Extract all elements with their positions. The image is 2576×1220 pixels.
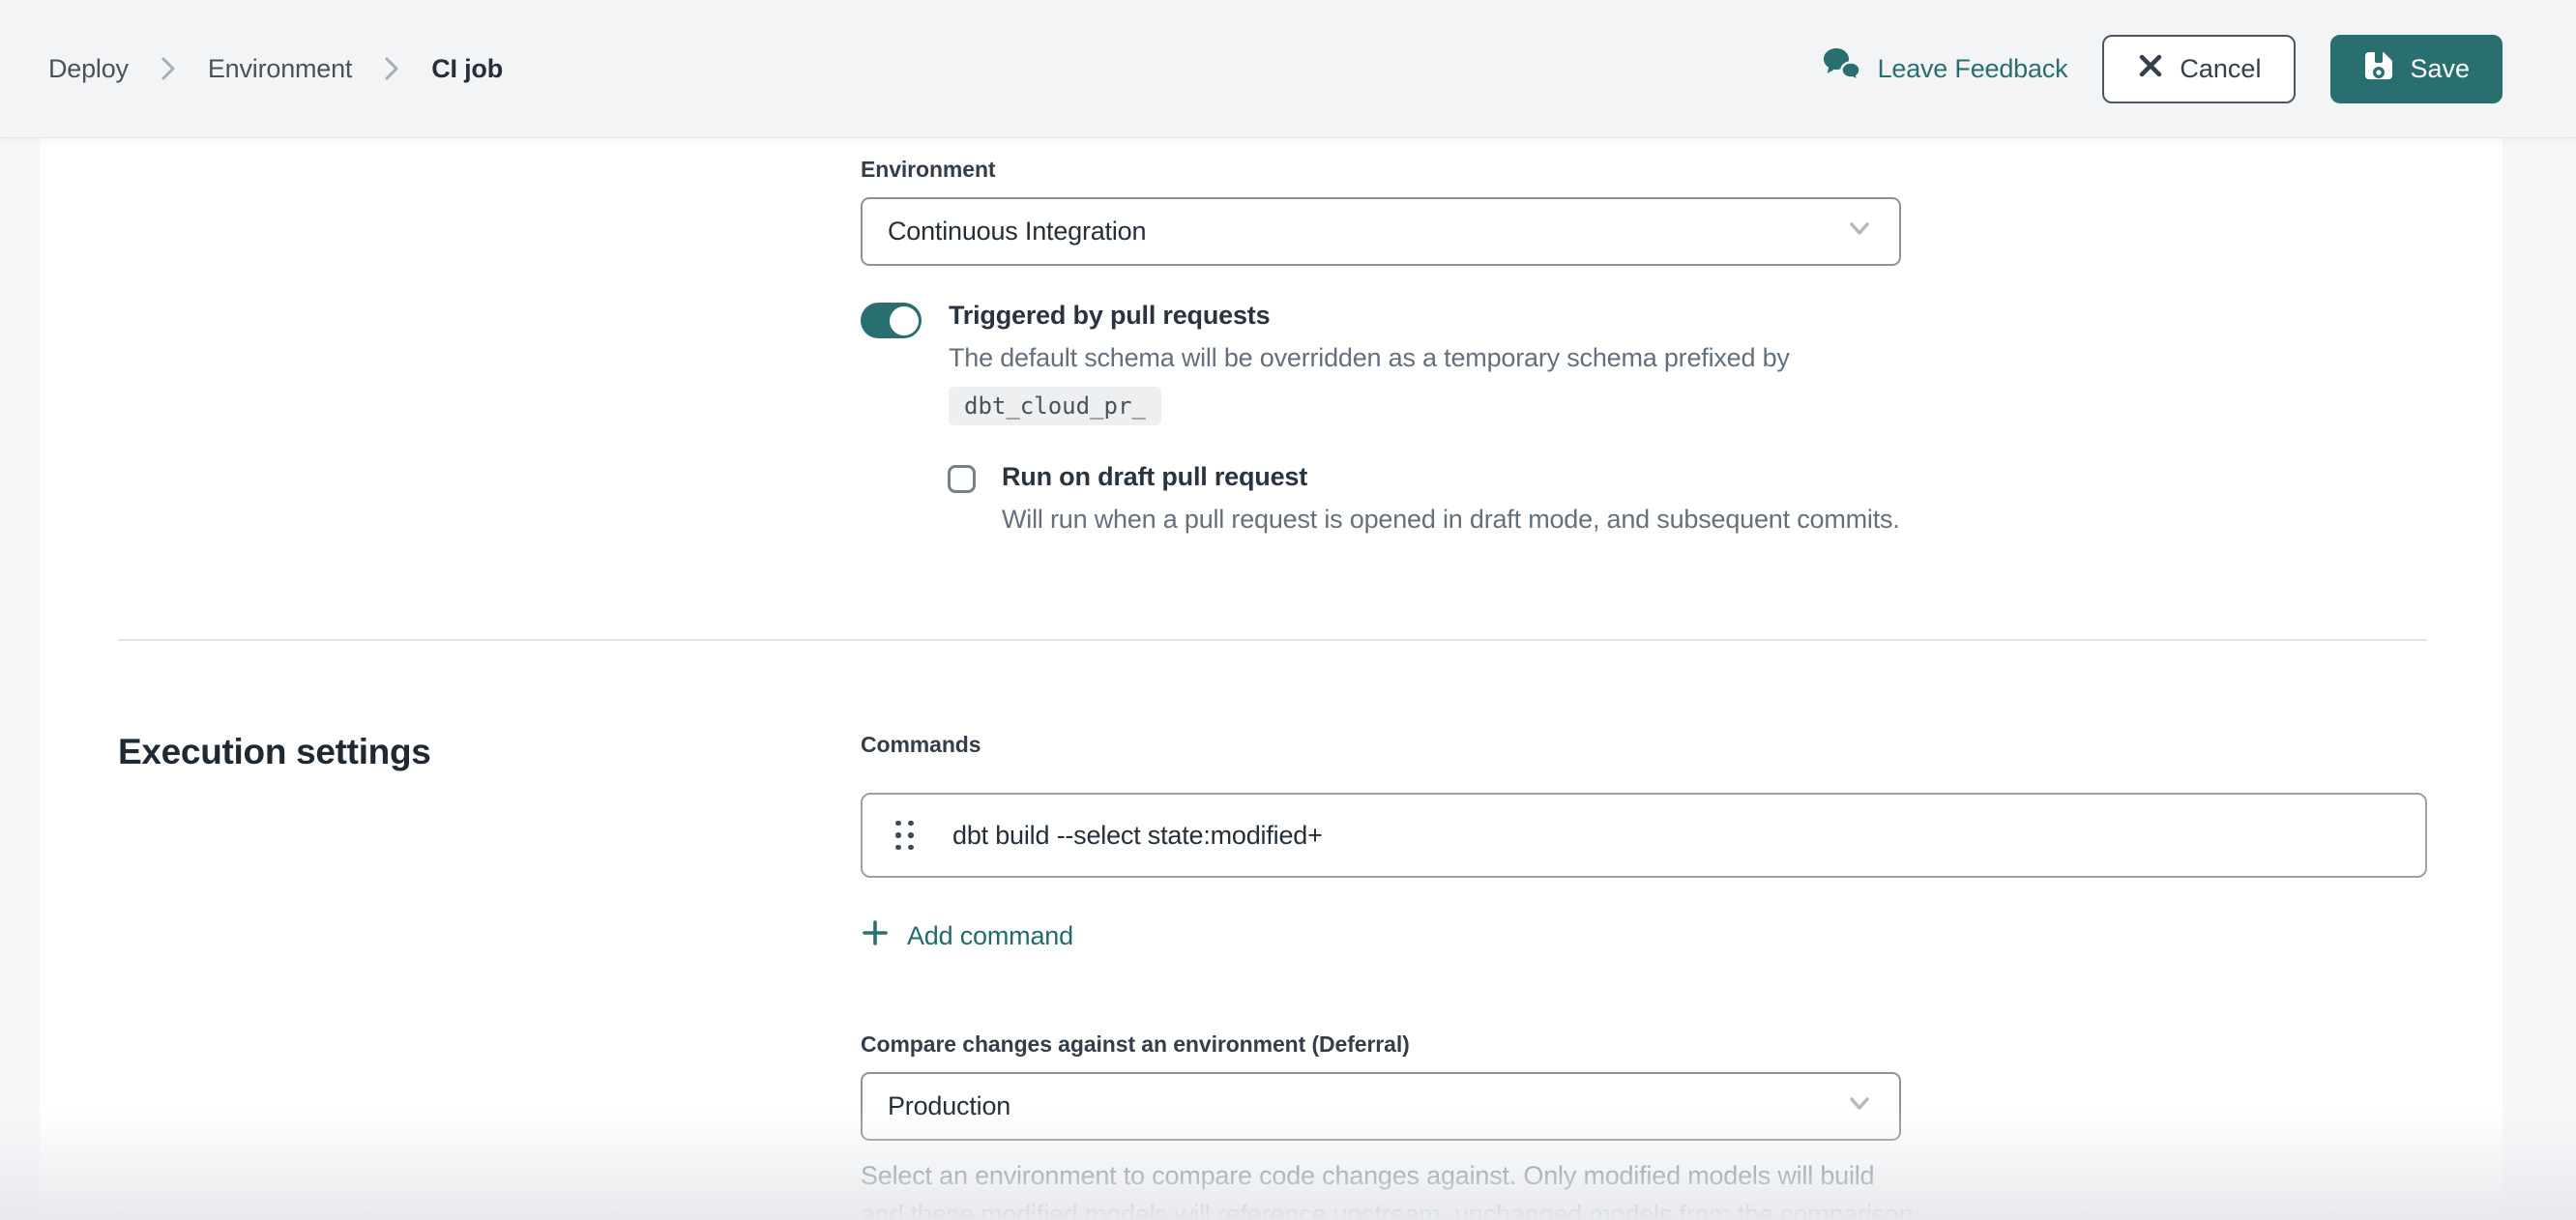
settings-card: Environment Continuous Integration Trigg…: [40, 137, 2503, 1220]
top-bar: Deploy Environment CI job Leave Feedback: [0, 0, 2576, 137]
save-icon: [2363, 50, 2394, 88]
draft-pr-title: Run on draft pull request: [1002, 462, 1900, 492]
draft-pr-checkbox[interactable]: [948, 465, 976, 493]
drag-handle-icon[interactable]: [895, 821, 914, 851]
draft-pr-row: Run on draft pull request Will run when …: [948, 462, 2427, 538]
cancel-button-label: Cancel: [2180, 54, 2261, 84]
execution-settings-section: Execution settings Commands dbt build --…: [118, 641, 2427, 1220]
save-button-label: Save: [2410, 54, 2470, 84]
save-button[interactable]: Save: [2330, 35, 2503, 103]
schema-prefix-code: dbt_cloud_pr_: [949, 387, 1161, 425]
close-icon: [2137, 52, 2164, 86]
deferral-select[interactable]: Production: [861, 1072, 1901, 1141]
environment-select[interactable]: Continuous Integration: [861, 197, 1901, 266]
deferral-help-text: Select an environment to compare code ch…: [861, 1156, 1915, 1220]
chevron-down-icon: [1845, 1089, 1874, 1124]
toggle-knob: [890, 306, 919, 335]
add-command-button[interactable]: Add command: [861, 918, 1073, 954]
pr-trigger-toggle[interactable]: [861, 303, 922, 338]
environment-label: Environment: [861, 157, 2427, 183]
breadcrumb-item-ci-job: CI job: [431, 54, 503, 84]
commands-label: Commands: [861, 732, 2427, 758]
breadcrumb-item-environment[interactable]: Environment: [208, 54, 352, 84]
leave-feedback-link[interactable]: Leave Feedback: [1823, 47, 2068, 91]
draft-pr-description: Will run when a pull request is opened i…: [1002, 500, 1900, 538]
environment-select-value: Continuous Integration: [888, 217, 1146, 247]
command-row[interactable]: dbt build --select state:modified+: [861, 793, 2427, 878]
pr-trigger-description: The default schema will be overridden as…: [949, 338, 1790, 377]
pr-trigger-title: Triggered by pull requests: [949, 301, 1790, 331]
breadcrumb-item-deploy[interactable]: Deploy: [48, 54, 129, 84]
pr-trigger-row: Triggered by pull requests The default s…: [861, 301, 2427, 425]
chevron-right-icon: [381, 54, 402, 83]
plus-icon: [861, 918, 890, 954]
command-text: dbt build --select state:modified+: [952, 821, 1323, 851]
trigger-settings-section: Environment Continuous Integration Trigg…: [861, 157, 2427, 538]
chevron-right-icon: [158, 54, 179, 83]
deferral-select-value: Production: [888, 1091, 1010, 1121]
execution-settings-heading: Execution settings: [118, 732, 861, 1220]
chat-bubbles-icon: [1823, 47, 1863, 91]
add-command-label: Add command: [907, 921, 1073, 951]
deferral-label: Compare changes against an environment (…: [861, 1031, 2427, 1058]
chevron-down-icon: [1845, 214, 1874, 249]
leave-feedback-label: Leave Feedback: [1878, 54, 2068, 84]
breadcrumb: Deploy Environment CI job: [48, 54, 503, 84]
cancel-button[interactable]: Cancel: [2102, 35, 2296, 103]
header-actions: Leave Feedback Cancel Save: [1823, 35, 2503, 103]
